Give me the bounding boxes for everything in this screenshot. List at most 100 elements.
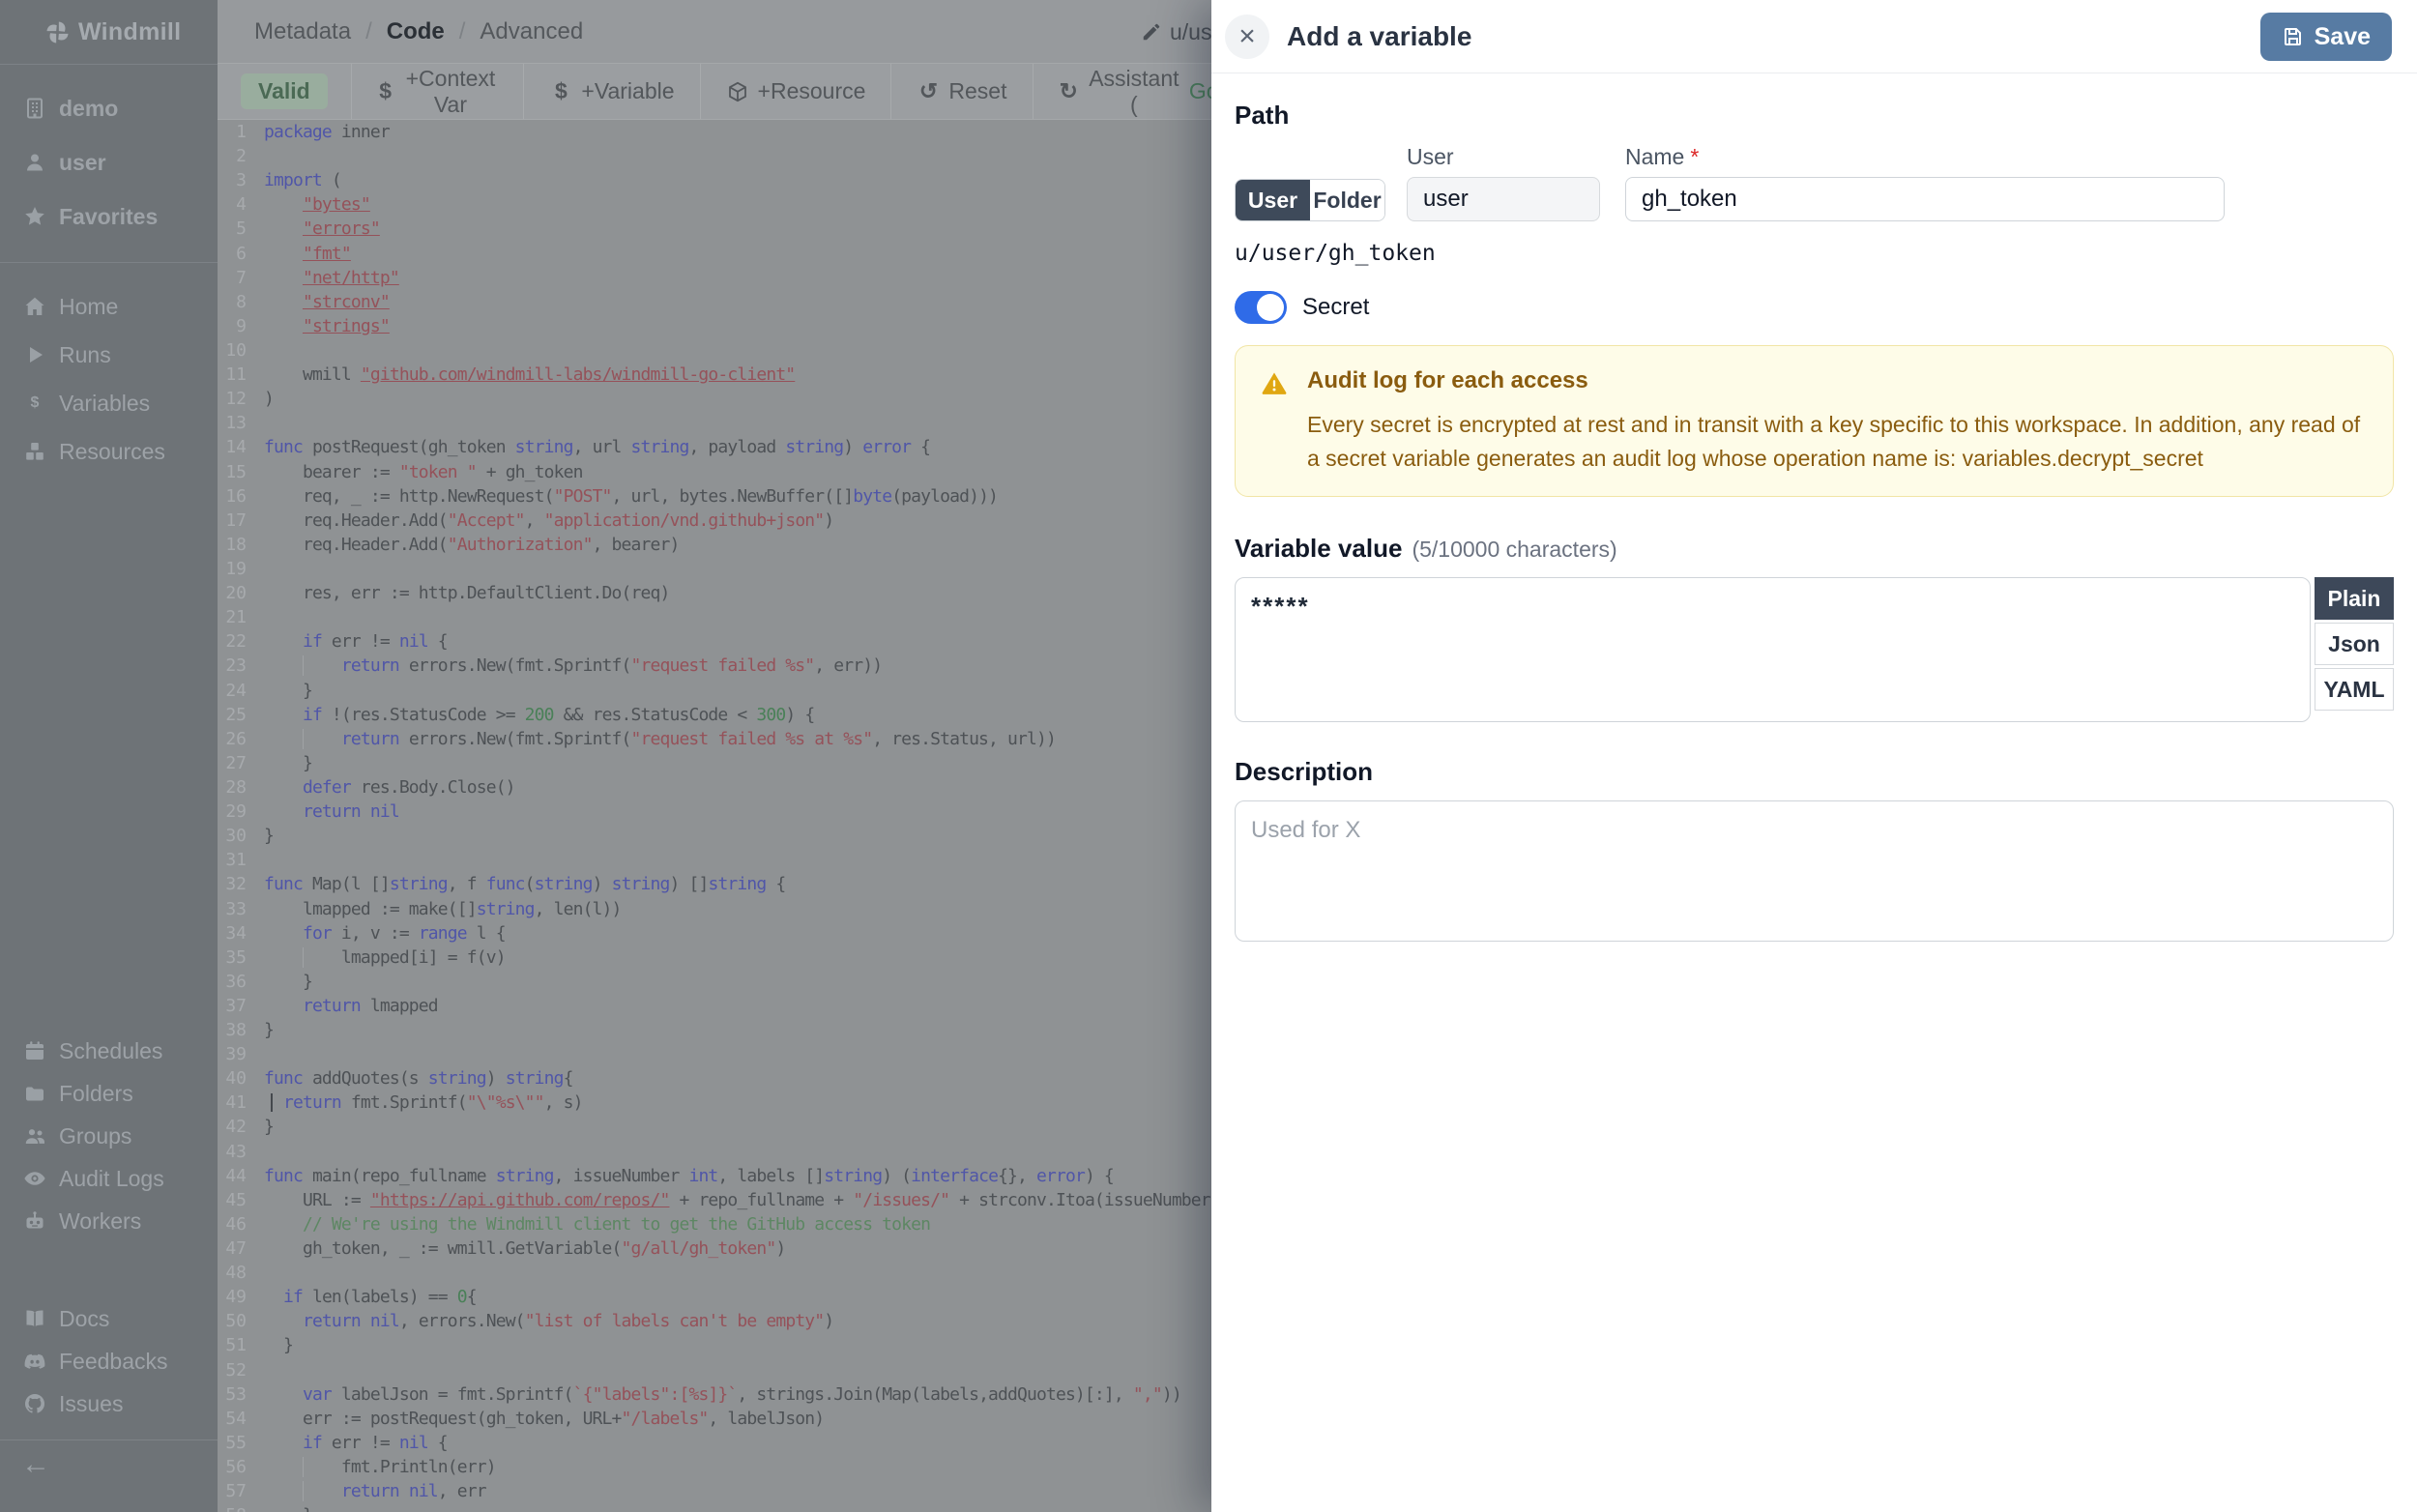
code-line: 10 bbox=[218, 338, 1211, 363]
code-line: 15 bearer := "token " + gh_token bbox=[218, 460, 1211, 484]
audit-log-warning: Audit log for each access Every secret i… bbox=[1235, 345, 2394, 497]
format-tab-plain[interactable]: Plain bbox=[2315, 577, 2394, 620]
line-number: 51 bbox=[218, 1333, 247, 1357]
validity-segment: Valid bbox=[218, 64, 352, 119]
home-icon bbox=[23, 295, 46, 318]
tab-metadata[interactable]: Metadata bbox=[254, 18, 351, 45]
code-line: 2 bbox=[218, 144, 1211, 168]
path-type-user-button[interactable]: User bbox=[1236, 180, 1310, 220]
line-number: 44 bbox=[218, 1164, 247, 1188]
sidebar-item-label: Audit Logs bbox=[59, 1166, 164, 1192]
breadcrumb-separator: / bbox=[459, 18, 466, 45]
line-number: 40 bbox=[218, 1066, 247, 1090]
code-line: 27 } bbox=[218, 751, 1211, 775]
assistant-language-label: Go bbox=[1189, 78, 1211, 104]
reset-button[interactable]: ↺Reset bbox=[891, 64, 1033, 119]
book-icon bbox=[23, 1307, 46, 1330]
workspace-logo[interactable]: Windmill bbox=[0, 0, 218, 65]
tab-code[interactable]: Code bbox=[387, 18, 445, 45]
sidebar-item-folders[interactable]: Folders bbox=[0, 1072, 218, 1115]
save-button[interactable]: Save bbox=[2260, 13, 2392, 61]
sidebar-item-demo[interactable]: demo bbox=[0, 81, 218, 135]
collapse-sidebar-button[interactable]: ← bbox=[0, 1440, 218, 1489]
close-drawer-button[interactable]: × bbox=[1225, 15, 1269, 59]
code-line: 51 } bbox=[218, 1333, 1211, 1357]
code-line: 22 if err != nil { bbox=[218, 629, 1211, 654]
sidebar-item-schedules[interactable]: Schedules bbox=[0, 1030, 218, 1072]
code-line: 41 return fmt.Sprintf("\"%s\"", s) bbox=[218, 1090, 1211, 1115]
code-line: 18 req.Header.Add("Authorization", beare… bbox=[218, 533, 1211, 557]
user-field[interactable] bbox=[1407, 177, 1600, 221]
name-field[interactable] bbox=[1625, 177, 2225, 221]
secret-toggle[interactable] bbox=[1235, 291, 1287, 324]
sidebar-item-home[interactable]: Home bbox=[0, 282, 218, 331]
sidebar-item-docs[interactable]: Docs bbox=[0, 1297, 218, 1340]
line-number: 17 bbox=[218, 509, 247, 533]
sidebar-item-label: Folders bbox=[59, 1081, 133, 1107]
sidebar-item-resources[interactable]: Resources bbox=[0, 427, 218, 476]
sidebar-item-variables[interactable]: $Variables bbox=[0, 379, 218, 427]
cube-icon bbox=[726, 80, 749, 103]
script-path-edit[interactable]: u/us bbox=[1141, 0, 1211, 64]
line-number: 47 bbox=[218, 1236, 247, 1261]
toolbar-button-label: Reset bbox=[948, 78, 1006, 104]
line-number: 52 bbox=[218, 1358, 247, 1382]
format-tab-json[interactable]: Json bbox=[2315, 623, 2394, 665]
editor-pane: Metadata/Code/Advanced u/us Valid $+Cont… bbox=[218, 0, 1211, 1512]
line-number: 7 bbox=[218, 266, 247, 290]
pencil-icon bbox=[1141, 21, 1162, 43]
line-number: 42 bbox=[218, 1115, 247, 1139]
sidebar-item-user[interactable]: user bbox=[0, 135, 218, 189]
secret-label: Secret bbox=[1302, 294, 1369, 321]
code-line: 53 var labelJson = fmt.Sprintf(`{"labels… bbox=[218, 1382, 1211, 1407]
sidebar-item-issues[interactable]: Issues bbox=[0, 1382, 218, 1425]
calendar-icon bbox=[23, 1039, 46, 1062]
description-input[interactable] bbox=[1235, 800, 2394, 942]
code-line: 46 // We're using the Windmill client to… bbox=[218, 1212, 1211, 1236]
code-line: 7 "net/http" bbox=[218, 266, 1211, 290]
code-line: 9 "strings" bbox=[218, 314, 1211, 338]
-context-var-button[interactable]: $+Context Var bbox=[352, 64, 525, 119]
line-number: 18 bbox=[218, 533, 247, 557]
-variable-button[interactable]: $+Variable bbox=[524, 64, 700, 119]
code-editor[interactable]: 1package inner23import (4 "bytes"5 "erro… bbox=[218, 120, 1211, 1512]
sidebar-item-favorites[interactable]: Favorites bbox=[0, 189, 218, 244]
line-number: 24 bbox=[218, 679, 247, 703]
line-number: 34 bbox=[218, 921, 247, 945]
sidebar-item-label: Runs bbox=[59, 342, 111, 368]
sidebar-item-groups[interactable]: Groups bbox=[0, 1115, 218, 1157]
refresh-icon: ↻ bbox=[1059, 80, 1079, 103]
dollar-icon: $ bbox=[377, 80, 394, 103]
line-number: 33 bbox=[218, 897, 247, 921]
code-line: 24 } bbox=[218, 679, 1211, 703]
sidebar-item-runs[interactable]: Runs bbox=[0, 331, 218, 379]
-resource-button[interactable]: +Resource bbox=[701, 64, 892, 119]
code-line: 45 URL := "https://api.github.com/repos/… bbox=[218, 1188, 1211, 1212]
line-number: 10 bbox=[218, 338, 247, 363]
code-line: 42} bbox=[218, 1115, 1211, 1139]
assistant--button[interactable]: ↻Assistant (Go) bbox=[1034, 64, 1212, 119]
line-number: 38 bbox=[218, 1018, 247, 1042]
path-type-folder-button[interactable]: Folder bbox=[1310, 180, 1384, 220]
code-line: 5 "errors" bbox=[218, 217, 1211, 241]
code-line: 36 } bbox=[218, 970, 1211, 994]
sidebar-item-audit-logs[interactable]: Audit Logs bbox=[0, 1157, 218, 1200]
line-number: 21 bbox=[218, 605, 247, 629]
line-number: 30 bbox=[218, 824, 247, 848]
sidebar-item-feedbacks[interactable]: Feedbacks bbox=[0, 1340, 218, 1382]
close-icon: × bbox=[1238, 22, 1256, 51]
tab-advanced[interactable]: Advanced bbox=[480, 18, 583, 45]
sidebar-item-label: demo bbox=[59, 96, 118, 122]
variable-value-input[interactable]: ***** bbox=[1235, 577, 2311, 722]
format-tab-yaml[interactable]: YAML bbox=[2315, 668, 2394, 711]
code-line: 50 return nil, errors.New("list of label… bbox=[218, 1309, 1211, 1333]
code-line: 21 bbox=[218, 605, 1211, 629]
sidebar-item-label: Schedules bbox=[59, 1038, 162, 1064]
line-number: 49 bbox=[218, 1285, 247, 1309]
line-number: 6 bbox=[218, 242, 247, 266]
sidebar-item-workers[interactable]: Workers bbox=[0, 1200, 218, 1242]
path-section-heading: Path bbox=[1235, 101, 2394, 131]
code-line: 11 wmill "github.com/windmill-labs/windm… bbox=[218, 363, 1211, 387]
code-line: 25 if !(res.StatusCode >= 200 && res.Sta… bbox=[218, 703, 1211, 727]
robot-icon bbox=[23, 1209, 46, 1233]
